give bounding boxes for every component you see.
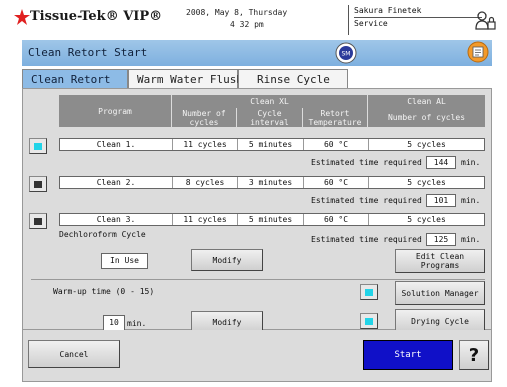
user-lock-icon[interactable] (474, 10, 496, 32)
dechloroform-status: In Use (101, 253, 148, 269)
estimated-time-value: 144 (426, 156, 456, 169)
footer-bar: Cancel Start ? (22, 330, 492, 382)
temp-cell: 60 °C (304, 177, 369, 188)
date-time: 2008, May 8, Thursday 4 32 pm (186, 7, 336, 31)
col-temp-header: Retort Temperature (303, 108, 368, 127)
estimated-time-unit: min. (461, 196, 481, 205)
brand-suffix: VIP (123, 9, 150, 24)
clean-xl-header: Clean XL (172, 95, 368, 108)
al-cycles-cell: 5 cycles (407, 215, 446, 224)
solution-manager-icon[interactable]: SM (335, 42, 357, 64)
col-cycles-header: Number of cycles (172, 108, 237, 127)
interval-cell: 3 minutes (238, 177, 304, 188)
col-al-cycles-header: Number of cycles (368, 108, 485, 127)
company-name: Sakura Finetek (354, 5, 482, 18)
warmup-unit: min. (127, 319, 147, 328)
solution-manager-indicator (360, 284, 378, 300)
dechloroform-modify-button[interactable]: Modify (191, 249, 263, 271)
cycles-cell: 8 cycles (173, 177, 238, 188)
cancel-button[interactable]: Cancel (28, 340, 120, 368)
divider (31, 279, 485, 280)
svg-text:SM: SM (342, 51, 351, 58)
unselected-indicator (34, 217, 42, 225)
dechloroform-label: Dechloroform Cycle (59, 230, 146, 239)
brand-logo: Tissue-Tek® VIP® (30, 9, 163, 24)
estimated-time-value: 125 (426, 233, 456, 246)
company-info: Sakura Finetek Service (348, 5, 482, 35)
unselected-indicator (34, 180, 42, 188)
estimated-time-label: Estimated time required (311, 158, 422, 167)
logo-star-icon (14, 9, 30, 25)
main-panel: Program Clean XL Number of cycles Cycle … (22, 88, 492, 333)
estimated-time-label: Estimated time required (311, 196, 422, 205)
cycles-cell: 11 cycles (173, 214, 238, 225)
brand-name: Tissue-Tek (30, 9, 106, 24)
warmup-label: Warm-up time (0 - 15) (53, 287, 155, 296)
col-program-header: Program (59, 95, 172, 127)
clean-al-header: Clean AL (368, 95, 485, 108)
tab-rinse-cycle[interactable]: Rinse Cycle (238, 69, 348, 88)
help-button[interactable]: ? (459, 340, 489, 370)
page-title: Clean Retort Start (28, 46, 148, 59)
edit-clean-programs-button[interactable]: Edit Clean Programs (395, 249, 485, 273)
warmup-value: 10 (103, 315, 125, 331)
program-cell: Clean 1. (60, 139, 173, 150)
col-interval-header: Cycle interval (237, 108, 303, 127)
app-header: Tissue-Tek® VIP® 2008, May 8, Thursday 4… (0, 0, 507, 40)
book-icon[interactable] (467, 41, 489, 63)
table-row[interactable]: Clean 3. 11 cycles 5 minutes 60 °C 5 cyc… (59, 213, 485, 226)
select-clean-1-button[interactable] (29, 138, 47, 154)
estimated-time-unit: min. (461, 235, 481, 244)
active-indicator (365, 317, 373, 325)
solution-manager-button[interactable]: Solution Manager (395, 281, 485, 305)
program-cell: Clean 3. (60, 214, 173, 225)
mode-text: Service (354, 19, 388, 28)
drying-cycle-indicator (360, 313, 378, 329)
interval-cell: 5 minutes (238, 139, 304, 150)
select-clean-3-button[interactable] (29, 213, 47, 229)
start-button[interactable]: Start (363, 340, 453, 370)
table-row[interactable]: Clean 2. 8 cycles 3 minutes 60 °C 5 cycl… (59, 176, 485, 189)
interval-cell: 5 minutes (238, 214, 304, 225)
tab-clean-retort[interactable]: Clean Retort (22, 69, 128, 88)
temp-cell: 60 °C (304, 139, 369, 150)
al-cycles-cell: 5 cycles (407, 178, 446, 187)
date-text: 2008, May 8, Thursday (186, 8, 288, 17)
selected-indicator (34, 142, 42, 150)
cycles-cell: 11 cycles (173, 139, 238, 150)
tab-bar: Clean Retort Warm Water Flush Rinse Cycl… (22, 66, 492, 88)
title-bar: Clean Retort Start SM (22, 40, 492, 66)
estimated-time-unit: min. (461, 158, 481, 167)
temp-cell: 60 °C (304, 214, 369, 225)
program-cell: Clean 2. (60, 177, 173, 188)
tab-warm-water-flush[interactable]: Warm Water Flush (128, 69, 243, 88)
estimated-time-value: 101 (426, 194, 456, 207)
al-cycles-cell: 5 cycles (407, 140, 446, 149)
estimated-time-label: Estimated time required (311, 235, 422, 244)
table-row[interactable]: Clean 1. 11 cycles 5 minutes 60 °C 5 cyc… (59, 138, 485, 151)
select-clean-2-button[interactable] (29, 176, 47, 192)
time-text: 4 32 pm (230, 20, 264, 29)
active-indicator (365, 288, 373, 296)
